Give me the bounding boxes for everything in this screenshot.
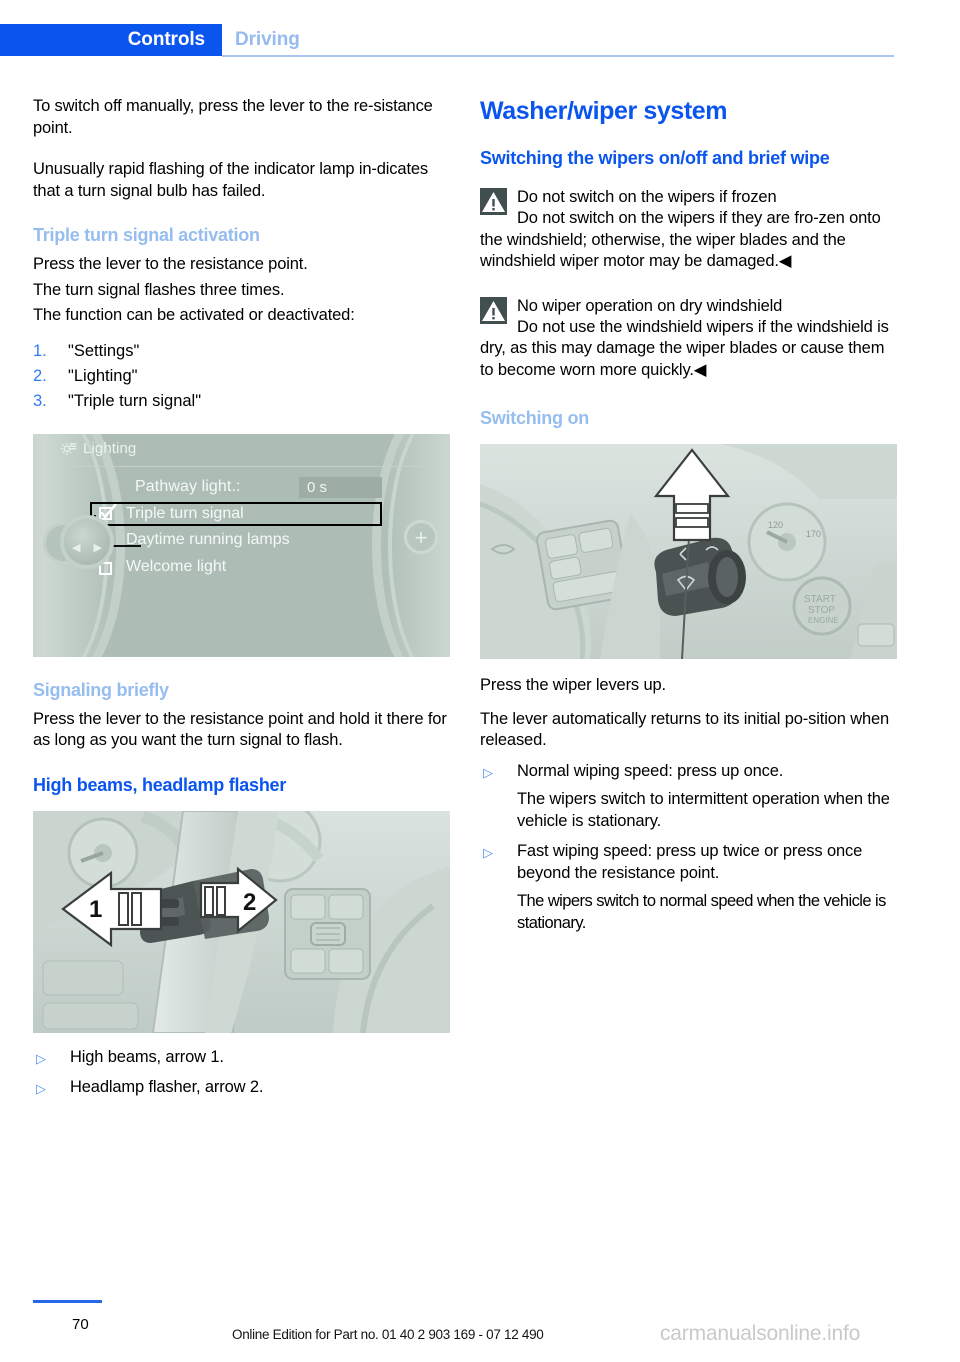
right-column: Washer/wiper system Switching the wipers… xyxy=(480,96,900,934)
warning-triangle-icon xyxy=(480,188,507,215)
idrive-screen: Lighting Pathway light.: 0 s Triple turn… xyxy=(33,433,450,657)
page-title: Washer/wiper system xyxy=(480,97,728,125)
idrive-pathway-value[interactable]: 0 s xyxy=(299,476,382,498)
settings-steps-list: 1. "Settings" 2. "Lighting" 3. "Triple t… xyxy=(33,339,453,414)
svg-text:120: 120 xyxy=(768,520,783,530)
paragraph-switch-off: To switch off manually, press the lever … xyxy=(33,97,433,137)
bullet-text: Fast wiping speed: press up twice or pre… xyxy=(517,842,863,882)
idrive-plus-button[interactable]: + xyxy=(404,519,438,554)
triangle-bullet-icon: ▷ xyxy=(483,845,493,860)
idrive-pathway-label: Pathway light.: xyxy=(135,477,241,495)
svg-text:1: 1 xyxy=(89,896,102,923)
list-item: ▷ Headlamp flasher, arrow 2. xyxy=(33,1077,453,1099)
svg-text:2: 2 xyxy=(243,889,256,916)
photo-steering-column-stalk: 1 2 xyxy=(33,810,450,1033)
header-divider xyxy=(222,55,894,57)
idrive-item-label-daytime-running-lamps[interactable]: Daytime running lamps xyxy=(126,531,290,549)
heading-switching-on: Switching on xyxy=(480,408,589,428)
step-label: "Triple turn signal" xyxy=(68,391,202,410)
tab-controls[interactable]: Controls xyxy=(0,24,222,56)
idrive-item-label-triple-turn-signal[interactable]: Triple turn signal xyxy=(126,505,244,523)
figure-turn-signal-stalk: 1 2 xyxy=(33,810,453,1033)
checkbox-triple-turn-signal[interactable] xyxy=(99,503,117,520)
arrow-right-icon: ▶ xyxy=(93,541,102,554)
figure-idrive-lighting-menu: Lighting Pathway light.: 0 s Triple turn… xyxy=(33,433,453,657)
arrow-left-icon: ◀ xyxy=(72,541,81,554)
paragraph-press-lever: Press the lever to the resistance point. xyxy=(33,255,308,273)
triangle-bullet-icon: ▷ xyxy=(36,1050,46,1066)
warning-title: Do not switch on the wipers if frozen xyxy=(517,188,777,206)
paragraph-rapid-flashing: Unusually rapid flashing of the indicato… xyxy=(33,160,428,200)
heading-switching-wipers: Switching the wipers on/off and brief wi… xyxy=(480,148,830,168)
heading-signaling-briefly: Signaling briefly xyxy=(33,679,169,700)
heading-triple-turn-signal: Triple turn signal activation xyxy=(33,225,260,245)
footer-divider xyxy=(33,1300,102,1303)
idrive-item-label-welcome-light[interactable]: Welcome light xyxy=(126,558,226,576)
bullet-subtext-normal-speed: The wipers switch to intermittent operat… xyxy=(517,790,890,830)
step-label: "Settings" xyxy=(68,341,140,360)
bullet-text: High beams, arrow 1. xyxy=(70,1047,224,1066)
page-header: Controls Driving xyxy=(0,24,960,57)
triangle-bullet-icon: ▷ xyxy=(36,1081,46,1096)
warning-body: Do not use the windshield wipers if the … xyxy=(480,317,889,379)
svg-text:ENGINE: ENGINE xyxy=(808,616,839,625)
gear-icon xyxy=(59,440,78,464)
svg-text:170: 170 xyxy=(806,529,821,539)
watermark: carmanualsonline.info xyxy=(660,1322,861,1345)
idrive-title-divider xyxy=(55,465,425,467)
idrive-menu-title: Lighting xyxy=(83,439,137,457)
bullet-text: Headlamp flasher, arrow 2. xyxy=(70,1078,264,1096)
warning-body: Do not switch on the wipers if they are … xyxy=(480,209,881,270)
bullet-text: Normal wiping speed: press up once. xyxy=(517,761,784,780)
tab-driving[interactable]: Driving xyxy=(235,24,300,56)
list-item: ▷ Normal wiping speed: press up once. xyxy=(480,761,900,783)
wiper-speed-bullet-list: ▷ Normal wiping speed: press up once. xyxy=(480,761,900,783)
svg-text:STOP: STOP xyxy=(808,605,835,616)
photo-wiper-lever: 120 170 START STOP ENGINE xyxy=(480,444,897,659)
step-label: "Lighting" xyxy=(68,366,138,385)
heading-high-beams: High beams, headlamp flasher xyxy=(33,774,287,795)
footer-edition-text: Online Edition for Part no. 01 40 2 903 … xyxy=(232,1327,544,1342)
left-column: To switch off manually, press the lever … xyxy=(33,96,453,1099)
page-number: 70 xyxy=(72,1316,89,1333)
high-beam-bullet-list: ▷ High beams, arrow 1. ▷ Headlamp flashe… xyxy=(33,1047,453,1099)
paragraph-flashes-three: The turn signal flashes three times. xyxy=(33,280,285,299)
manual-page: Controls Driving To switch off manually,… xyxy=(0,0,960,1362)
paragraph-activate-deactivate: The function can be activated or deactiv… xyxy=(33,306,355,324)
paragraph-signaling-briefly: Press the lever to the resistance point … xyxy=(33,709,447,750)
step-number: 2. xyxy=(33,366,47,385)
warning-block-dry-windshield: No wiper operation on dry windshield Do … xyxy=(480,295,900,382)
figure-wiper-stalk: 120 170 START STOP ENGINE xyxy=(480,444,900,659)
warning-block-frozen: Do not switch on the wipers if frozen Do… xyxy=(480,186,900,273)
wiper-speed-bullet-list-2: ▷ Fast wiping speed: press up twice or p… xyxy=(480,841,900,884)
idrive-controller-knob[interactable]: ◀ ▶ xyxy=(60,514,114,569)
triangle-bullet-icon: ▷ xyxy=(483,764,493,780)
list-item: 2. "Lighting" xyxy=(33,364,453,389)
paragraph-lever-returns: The lever automatically returns to its i… xyxy=(480,709,890,750)
warning-triangle-icon xyxy=(480,296,507,324)
step-number: 3. xyxy=(33,391,47,410)
list-item: ▷ High beams, arrow 1. xyxy=(33,1047,453,1069)
warning-title: No wiper operation on dry windshield xyxy=(517,296,783,315)
list-item: 1. "Settings" xyxy=(33,339,453,364)
paragraph-press-wiper-levers: Press the wiper levers up. xyxy=(480,676,666,694)
step-number: 1. xyxy=(33,341,47,360)
bullet-subtext-fast-speed: The wipers switch to normal speed when t… xyxy=(517,892,886,932)
list-item: ▷ Fast wiping speed: press up twice or p… xyxy=(480,841,900,884)
svg-text:START: START xyxy=(804,594,836,605)
list-item: 3. "Triple turn signal" xyxy=(33,389,453,414)
